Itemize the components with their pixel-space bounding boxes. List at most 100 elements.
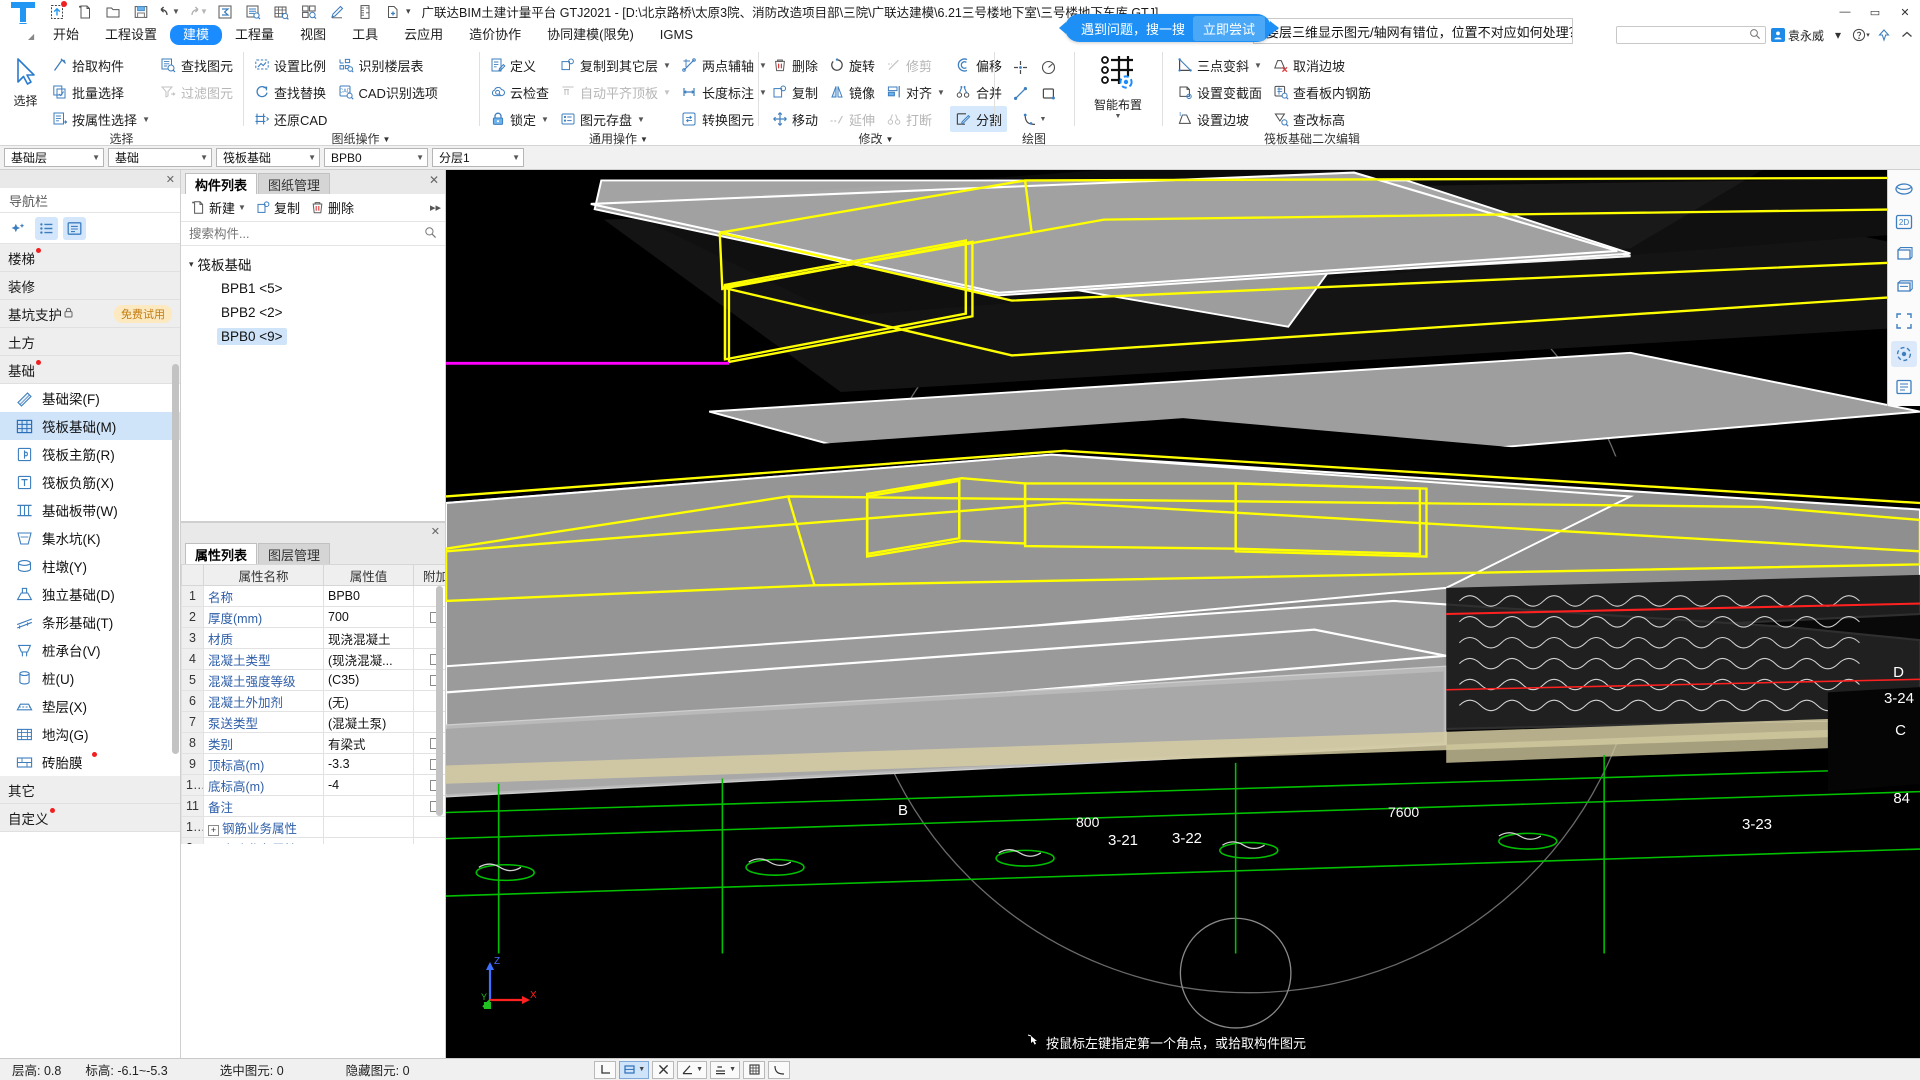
cad-options-button[interactable]: CAD CAD识别选项	[332, 79, 442, 105]
row-prop-value[interactable]: (现浇混凝...	[323, 648, 414, 670]
search-box[interactable]	[1615, 26, 1766, 44]
chevron-down-icon[interactable]: ▼	[696, 1066, 703, 1073]
search-icon[interactable]	[424, 226, 437, 242]
ruler-icon[interactable]	[352, 1, 378, 23]
sidebar-item-raft-negative-rebar[interactable]: 筏板负筋(X)	[0, 468, 180, 496]
pin-icon[interactable]	[1875, 26, 1893, 44]
rect-icon[interactable]	[1035, 80, 1061, 106]
cross-button[interactable]	[652, 1060, 675, 1079]
sidebar-item-brick-mold[interactable]: 砖胎膜	[0, 748, 180, 776]
table-row[interactable]: 4 混凝土类型 (现浇混凝...	[181, 648, 445, 670]
open-folder-icon[interactable]	[100, 1, 126, 23]
delete-component-button[interactable]: 删除	[306, 196, 358, 219]
sidebar-item-slab-band[interactable]: 基础板带(W)	[0, 496, 180, 524]
set-slope-button[interactable]: 设置边坡	[1171, 106, 1267, 132]
chevron-down-icon[interactable]: ▼	[383, 132, 391, 145]
nav-category-custom[interactable]: 自定义	[0, 804, 180, 832]
close-button[interactable]: ✕	[1890, 0, 1920, 24]
minimize-button[interactable]: —	[1830, 0, 1860, 24]
tree-node-bpb0[interactable]: BPB0 <9>	[181, 324, 445, 348]
copy-button[interactable]: 复制	[766, 79, 823, 105]
promo-try-button[interactable]: 立即尝试	[1193, 15, 1266, 41]
table-row[interactable]: 3 材质 现浇混凝土	[181, 627, 445, 649]
nav-category-foundation[interactable]: 基础	[0, 356, 180, 384]
layer-selector[interactable]: 分层1 ▼	[432, 148, 524, 167]
row-prop-value[interactable]	[323, 795, 414, 817]
variable-section-button[interactable]: 设置变截面	[1171, 79, 1267, 105]
menu-item-2[interactable]: 建模	[170, 25, 223, 45]
nav-category-decoration[interactable]: 装修	[0, 272, 180, 300]
mirror-button[interactable]: 镜像	[823, 79, 880, 105]
line-icon[interactable]	[1007, 80, 1033, 106]
menu-item-0[interactable]: 开始	[40, 25, 92, 45]
menu-item-4[interactable]: 视图	[287, 25, 339, 45]
sidebar-item-foundation-beam[interactable]: 基础梁(F)	[0, 384, 180, 412]
angle-button[interactable]: ▼	[677, 1060, 708, 1079]
row-prop-value[interactable]: 700	[323, 606, 414, 628]
chevron-down-icon[interactable]: ▼	[541, 115, 549, 124]
save-icon[interactable]	[128, 1, 154, 23]
ribbon-group-modify-title[interactable]: 修改 ▼	[758, 132, 994, 145]
chevron-down-icon[interactable]: ▼	[142, 115, 150, 124]
row-prop-value[interactable]: BPB0	[323, 585, 414, 607]
cancel-slope-button[interactable]: 取消边坡	[1267, 52, 1376, 78]
define-button[interactable]: 定义	[484, 52, 554, 78]
property-scrollbar[interactable]	[436, 586, 443, 816]
chevron-down-icon[interactable]: ▼	[194, 153, 208, 162]
sidebar-item-cushion[interactable]: 垫层(X)	[0, 692, 180, 720]
addfile-icon[interactable]	[380, 1, 406, 23]
table-icon[interactable]	[268, 1, 294, 23]
help-icon[interactable]: ▾	[1852, 26, 1870, 44]
upload-icon[interactable]	[44, 0, 70, 23]
tab-component-list[interactable]: 构件列表	[185, 173, 258, 194]
chevron-down-icon[interactable]: ▼	[200, 7, 208, 16]
redo-icon[interactable]: ▼	[184, 1, 210, 23]
chevron-down-icon[interactable]: ▼	[238, 203, 246, 212]
copy-component-button[interactable]: 复制	[252, 196, 304, 219]
nav-category-pit-support[interactable]: 基坑支护 免费试用	[0, 300, 180, 328]
add-star-icon[interactable]	[7, 217, 30, 240]
component-panel-close[interactable]: ✕	[429, 173, 439, 187]
sidebar-item-strip-foundation[interactable]: 条形基础(T)	[0, 608, 180, 636]
restore-cad-button[interactable]: 还原CAD	[248, 106, 332, 132]
fill-button[interactable]	[743, 1060, 765, 1079]
pick-component-button[interactable]: 拾取构件	[46, 52, 155, 78]
batch-select-button[interactable]: 批量选择	[46, 79, 155, 105]
search-icon[interactable]	[1749, 28, 1761, 43]
menu-item-8[interactable]: 协同建模(限免)	[534, 25, 647, 45]
menu-item-9[interactable]: IGMS	[647, 25, 706, 45]
chevron-down-icon[interactable]: ▼	[86, 153, 100, 162]
target-center-icon[interactable]	[1891, 341, 1917, 367]
component-toolbar-more[interactable]: ▸▸	[430, 201, 441, 214]
tab-drawing-manage[interactable]: 图纸管理	[258, 173, 331, 194]
row-prop-value[interactable]: -4	[323, 774, 414, 796]
menu-item-5[interactable]: 工具	[339, 25, 391, 45]
three-point-slope-button[interactable]: 三点变斜 ▼	[1171, 52, 1267, 78]
new-file-icon[interactable]	[72, 1, 98, 23]
recognize-floor-button[interactable]: 识别楼层表	[332, 52, 442, 78]
chevron-down-icon[interactable]: ▼	[410, 153, 424, 162]
nav-category-other[interactable]: 其它	[0, 776, 180, 804]
view-rebar-button[interactable]: 查看板内钢筋	[1267, 79, 1376, 105]
pencil-icon[interactable]	[324, 1, 350, 23]
attr-select-button[interactable]: 按属性选择 ▼	[46, 106, 155, 132]
find-element-button[interactable]: 查找图元	[155, 52, 238, 78]
chevron-down-icon[interactable]: ▼	[937, 88, 945, 97]
view-front-icon[interactable]	[1891, 242, 1917, 268]
menu-item-1[interactable]: 工程设置	[92, 25, 170, 45]
new-component-button[interactable]: 新建 ▼	[187, 196, 250, 219]
chevron-down-icon[interactable]: ▼	[506, 153, 520, 162]
model-viewport-3d[interactable]: 800 7600 B 3-21 3-22 3-23 D 3-24 C 84 Z …	[446, 170, 1920, 1058]
table-row[interactable]: 5 混凝土强度等级 (C35)	[181, 669, 445, 691]
lock-button[interactable]: 锁定 ▼	[484, 106, 554, 132]
sidebar-item-sump[interactable]: 集水坑(K)	[0, 524, 180, 552]
table-row[interactable]: 8 类别 有梁式	[181, 732, 445, 754]
user-account[interactable]: 袁永威	[1770, 27, 1824, 44]
chevron-down-icon[interactable]: ▾	[189, 259, 194, 270]
move-button[interactable]: 移动	[766, 106, 823, 132]
chevron-down-icon[interactable]: ▾	[1829, 26, 1847, 44]
table-row[interactable]: 12 + 钢筋业务属性	[181, 816, 445, 838]
view-layer-icon[interactable]	[1891, 275, 1917, 301]
nav-category-earthwork[interactable]: 土方	[0, 328, 180, 356]
menu-item-3[interactable]: 工程量	[222, 25, 287, 45]
